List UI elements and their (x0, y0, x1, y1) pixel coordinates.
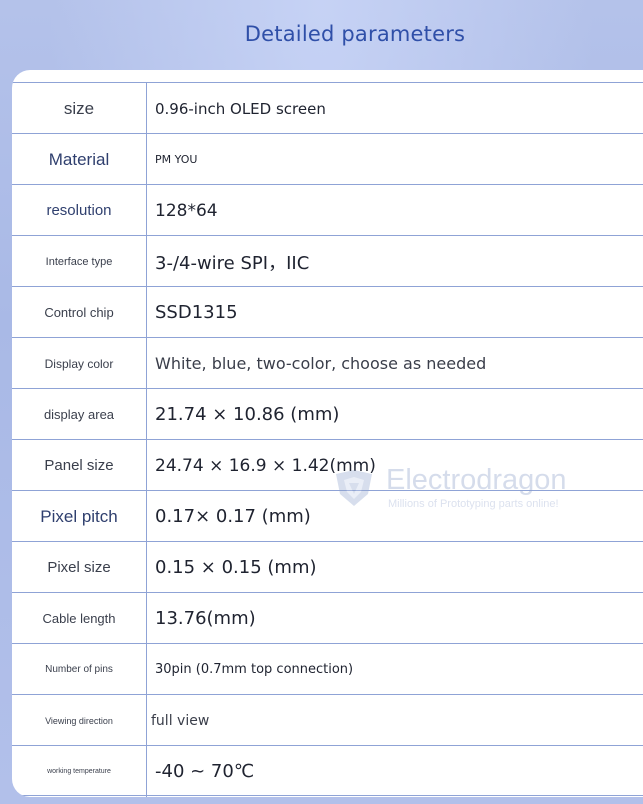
column-divider (146, 82, 147, 797)
row-value: 0.15 × 0.15 (mm) (155, 557, 317, 578)
table-row: Number of pins 30pin (0.7mm top connecti… (12, 643, 643, 694)
row-label: Pixel pitch (40, 506, 118, 526)
row-label: Pixel size (47, 559, 111, 576)
table-row: Display color White, blue, two-color, ch… (12, 337, 643, 388)
row-value: 0.96-inch OLED screen (155, 99, 326, 118)
row-label: Viewing direction (45, 715, 113, 726)
table-row: Interface type 3-/4-wire SPI，IIC (12, 235, 643, 286)
row-value: White, blue, two-color, choose as needed (155, 354, 487, 373)
row-label: Control chip (44, 305, 114, 320)
row-value: full view (151, 712, 210, 729)
row-value: 128*64 (155, 200, 218, 221)
page-title: Detailed parameters (244, 22, 466, 46)
row-label: resolution (46, 202, 112, 219)
row-label: working temperature (47, 768, 111, 775)
row-label: Cable length (42, 611, 116, 626)
table-row: Material PM YOU (12, 133, 643, 184)
watermark-name: Electrodragon (386, 464, 567, 496)
watermark-tagline: Millions of Prototyping parts online! (388, 498, 559, 510)
row-value: 0.17× 0.17 (mm) (155, 506, 311, 527)
table-row: working temperature -40 ~ 70℃ (12, 745, 643, 796)
row-label: Number of pins (45, 664, 113, 675)
row-value: 21.74 × 10.86 (mm) (155, 404, 340, 425)
row-value: -40 ~ 70℃ (155, 761, 255, 782)
row-value: 13.76(mm) (155, 608, 256, 629)
row-label: Display color (44, 356, 114, 371)
table-row: resolution 128*64 (12, 184, 643, 235)
row-label: Material (48, 149, 110, 169)
parameters-table: size 0.96-inch OLED screen Material PM Y… (12, 70, 643, 797)
table-row: Control chip SSD1315 (12, 286, 643, 337)
row-label: Interface type (45, 255, 113, 268)
table-row: Pixel size 0.15 × 0.15 (mm) (12, 541, 643, 592)
row-value: SSD1315 (155, 302, 238, 323)
table-row: Cable length 13.76(mm) (12, 592, 643, 643)
row-value: 30pin (0.7mm top connection) (155, 662, 354, 677)
watermark: Electrodragon Millions of Prototyping pa… (332, 462, 592, 522)
row-label: display area (43, 407, 115, 422)
table-row: display area 21.74 × 10.86 (mm) (12, 388, 643, 439)
table-row: size 0.96-inch OLED screen (12, 82, 643, 133)
row-value: 3-/4-wire SPI，IIC (155, 252, 310, 274)
header: Detailed parameters (0, 0, 643, 70)
row-value: PM YOU (155, 153, 198, 166)
row-label: size (63, 98, 95, 118)
table-row: Viewing direction full view (12, 694, 643, 745)
row-label: Panel size (44, 457, 114, 474)
dragon-logo-icon (336, 470, 372, 506)
